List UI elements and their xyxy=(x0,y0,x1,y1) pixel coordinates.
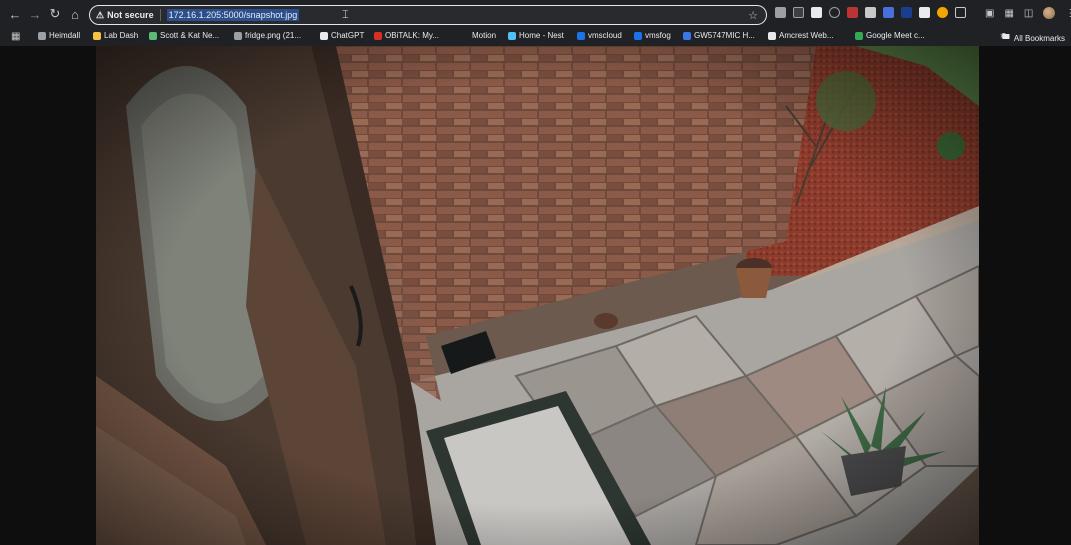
security-label: Not secure xyxy=(107,10,154,20)
bookmark-label: Scott & Kat Ne... xyxy=(160,31,220,40)
bookmark-item[interactable]: Google Meet c... xyxy=(855,31,925,40)
reload-icon: ↻ xyxy=(49,6,61,21)
bookmark-label: OBiTALK: My... xyxy=(385,31,439,40)
extension-icon[interactable] xyxy=(829,7,840,18)
all-bookmarks-button[interactable]: 🖿 All Bookmarks xyxy=(1002,31,1065,45)
favicon-icon xyxy=(374,31,382,40)
browser-toolbar: ← → ↻ ⌂ ⚠ Not secure 172.16.1.205:5000/s… xyxy=(0,0,1071,28)
page-viewport: pson xyxy=(0,46,1071,545)
favicon-icon xyxy=(93,31,101,40)
tab-search-icon[interactable]: ▣ xyxy=(985,8,994,19)
text-cursor-icon: ⌶ xyxy=(342,9,349,21)
apps-grid-icon[interactable]: ▦ xyxy=(11,31,20,42)
favicon-icon xyxy=(683,31,691,40)
bookmark-label: Home - Nest xyxy=(519,31,564,40)
address-bar[interactable]: ⚠ Not secure 172.16.1.205:5000/snapshot.… xyxy=(89,5,767,25)
bookmark-label: GW5747MIC H... xyxy=(694,31,755,40)
favicon-icon xyxy=(634,31,642,40)
extension-icon[interactable] xyxy=(865,7,876,18)
bookmark-item[interactable]: ChatGPT xyxy=(320,31,364,40)
bookmark-item[interactable]: vmsfog xyxy=(634,31,671,40)
reload-button[interactable]: ↻ xyxy=(45,4,65,24)
bookmark-label: fridge.png (21... xyxy=(245,31,302,40)
extension-icon[interactable] xyxy=(901,7,912,18)
bookmark-label: Lab Dash xyxy=(104,31,139,40)
cast-icon[interactable]: ▦ xyxy=(1004,8,1013,19)
bookmark-star-icon[interactable]: ☆ xyxy=(748,9,758,22)
bookmark-item[interactable]: Motion xyxy=(461,31,496,40)
bookmark-item[interactable]: GW5747MIC H... xyxy=(683,31,755,40)
extension-icon[interactable] xyxy=(775,7,786,18)
divider xyxy=(159,9,161,21)
bookmark-item[interactable]: Home - Nest xyxy=(508,31,564,40)
bookmark-label: Heimdall xyxy=(49,31,81,40)
extension-icon[interactable] xyxy=(919,7,930,18)
site-info-button[interactable]: ⚠ Not secure xyxy=(90,10,154,21)
bookmark-label: vmsfog xyxy=(645,31,671,40)
favicon-icon xyxy=(461,31,469,40)
bookmark-label: Motion xyxy=(472,31,497,40)
bookmark-label: ChatGPT xyxy=(331,31,365,40)
bookmark-item[interactable]: vmscloud xyxy=(577,31,622,40)
extension-icon[interactable] xyxy=(847,7,858,18)
camera-scene xyxy=(96,46,979,545)
warning-icon: ⚠ xyxy=(96,9,105,20)
favicon-icon xyxy=(149,31,157,40)
bookmark-label: Google Meet c... xyxy=(866,31,925,40)
all-bookmarks-label: All Bookmarks xyxy=(1013,33,1065,43)
favicon-icon xyxy=(768,31,776,40)
favicon-icon xyxy=(855,31,863,40)
bookmark-label: vmscloud xyxy=(588,31,622,40)
bookmark-item[interactable]: OBiTALK: My... xyxy=(374,31,439,40)
url-text[interactable]: 172.16.1.205:5000/snapshot.jpg xyxy=(166,9,300,21)
bookmarks-bar: ▦ Heimdall Lab Dash Scott & Kat Ne... fr… xyxy=(0,28,1071,46)
forward-button[interactable]: → xyxy=(25,4,45,24)
extension-icon[interactable] xyxy=(883,7,894,18)
puzzle-icon[interactable] xyxy=(955,7,966,18)
arrow-left-icon: ← xyxy=(8,6,22,22)
arrow-right-icon: → xyxy=(28,6,42,22)
home-icon: ⌂ xyxy=(71,6,79,22)
avatar[interactable] xyxy=(1043,7,1056,19)
window-controls: ▣ ▦ ◫ ⋮ xyxy=(985,7,1071,19)
home-button[interactable]: ⌂ xyxy=(65,4,85,24)
favicon-icon xyxy=(320,31,328,40)
sidebar-icon[interactable]: ◫ xyxy=(1024,8,1033,19)
favicon-icon xyxy=(38,31,46,40)
extension-icon[interactable] xyxy=(811,7,822,18)
bookmark-item[interactable]: Scott & Kat Ne... xyxy=(149,31,219,40)
bookmark-label: Amcrest Web... xyxy=(779,31,834,40)
menu-icon[interactable]: ⋮ xyxy=(1065,8,1071,19)
favicon-icon xyxy=(234,31,242,40)
back-button[interactable]: ← xyxy=(5,4,25,24)
extension-icon[interactable] xyxy=(937,7,948,18)
bookmark-item[interactable]: Amcrest Web... xyxy=(768,31,834,40)
extension-icon[interactable] xyxy=(793,7,804,18)
favicon-icon xyxy=(577,31,585,40)
snapshot-image[interactable]: pson xyxy=(96,46,979,545)
bookmark-item[interactable]: Heimdall xyxy=(38,31,80,40)
folder-icon: 🖿 xyxy=(1001,32,1010,41)
bookmark-item[interactable]: Lab Dash xyxy=(93,31,138,40)
favicon-icon xyxy=(508,31,516,40)
extensions-row xyxy=(775,7,966,18)
bookmark-item[interactable]: fridge.png (21... xyxy=(234,31,301,40)
